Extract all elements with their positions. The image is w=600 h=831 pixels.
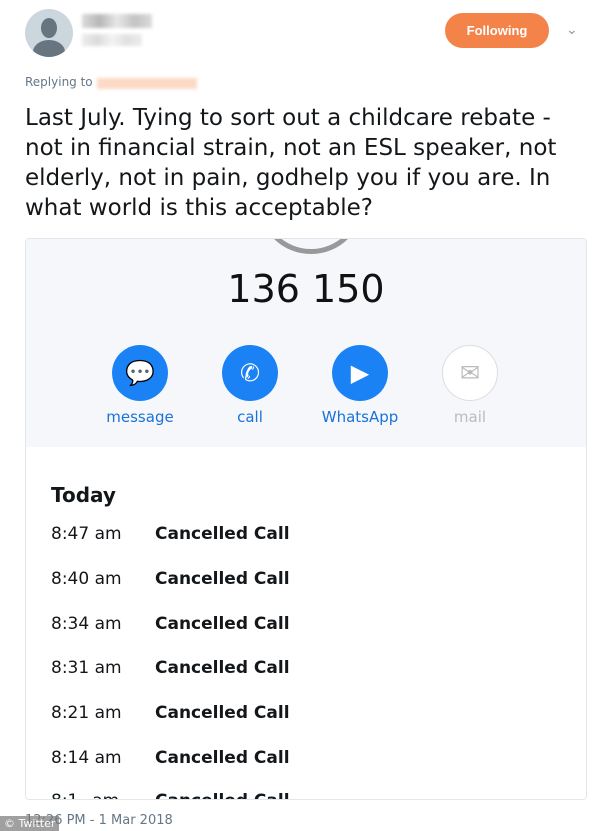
mail-button[interactable]: ✉ mail: [420, 345, 520, 426]
tweet-text: Last July. Tying to sort out a childcare…: [25, 105, 557, 221]
message-button[interactable]: 💬 message: [90, 345, 190, 426]
phone-number: 136 150: [227, 267, 385, 311]
phone-icon: ✆: [222, 345, 278, 401]
whatsapp-label: WhatsApp: [321, 408, 399, 426]
mail-icon: ✉: [442, 345, 498, 401]
blurred-reply-handle[interactable]: [97, 78, 197, 89]
call-button[interactable]: ✆ call: [200, 345, 300, 426]
blurred-handle: [82, 34, 142, 46]
message-icon: 💬: [112, 345, 168, 401]
section-today: Today: [51, 483, 116, 507]
avatar[interactable]: [25, 9, 73, 57]
message-label: message: [106, 408, 174, 426]
mail-label: mail: [453, 408, 487, 426]
watermark: © Twitter: [0, 816, 60, 831]
call-label: call: [237, 408, 263, 426]
video-icon: ▶: [332, 345, 388, 401]
replying-to-label: Replying to: [25, 75, 93, 89]
following-button[interactable]: Following: [445, 13, 549, 48]
attached-screenshot[interactable]: 136 150 💬 message ✆ call ▶ WhatsApp ✉ mail T…: [25, 238, 587, 800]
whatsapp-button[interactable]: ▶ WhatsApp: [310, 345, 410, 426]
chevron-down-icon[interactable]: ⌄: [566, 22, 578, 38]
blurred-display-name: [82, 14, 152, 28]
contact-avatar-ring: [258, 239, 364, 254]
